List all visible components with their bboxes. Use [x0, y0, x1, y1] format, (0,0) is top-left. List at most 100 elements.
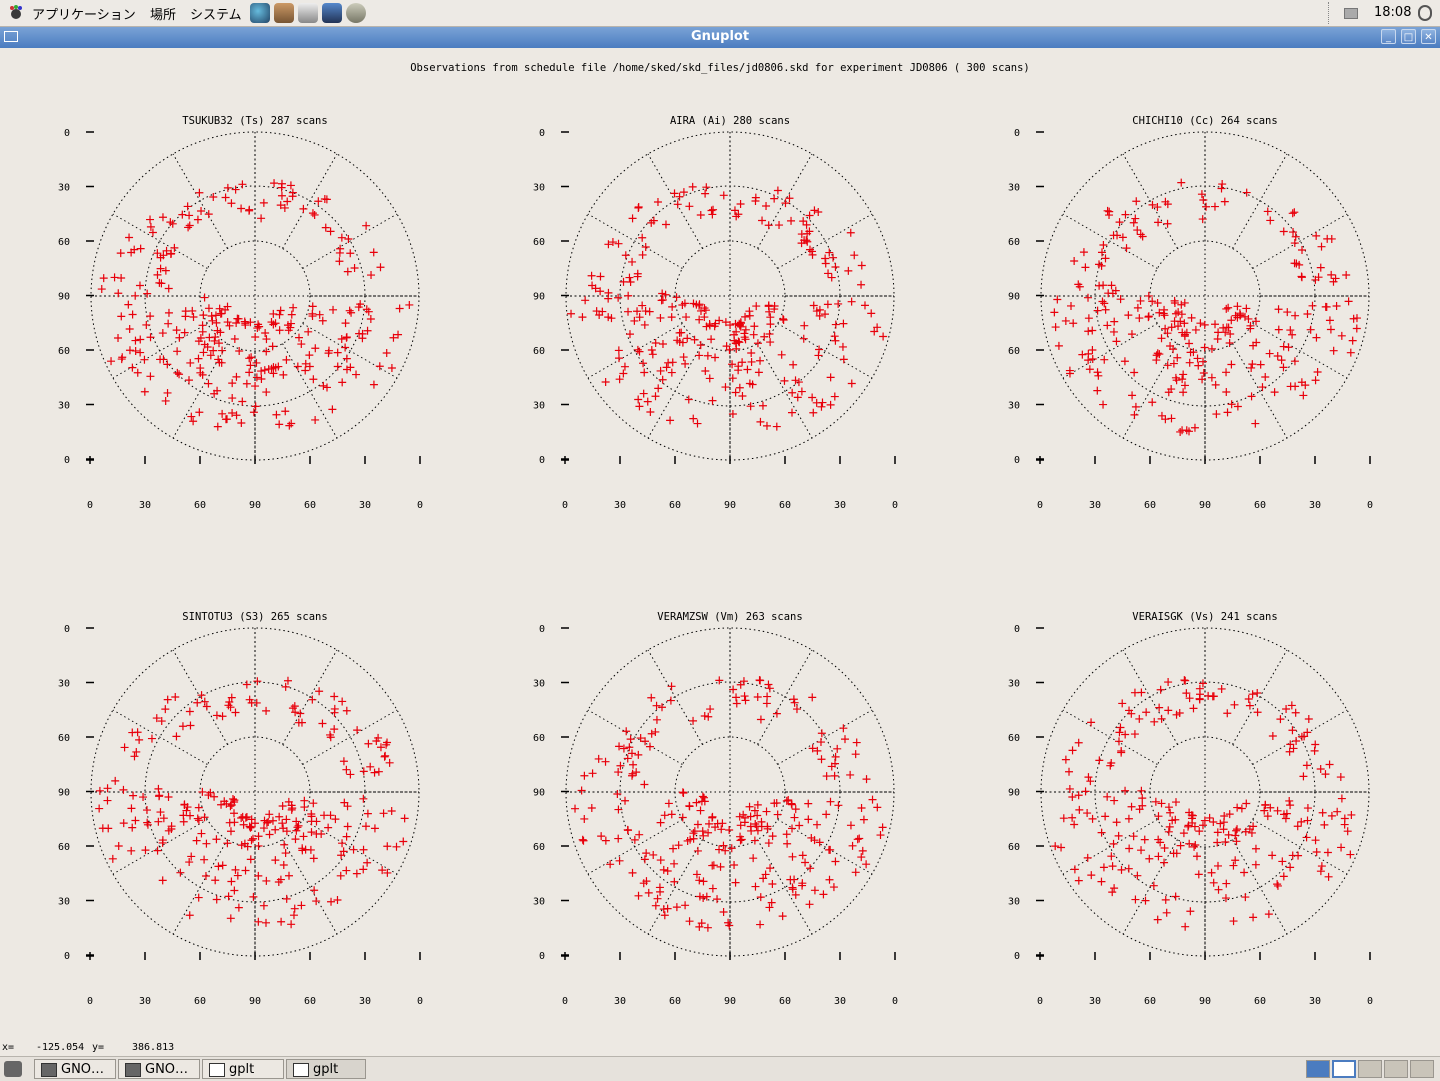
observation-marker	[703, 351, 712, 360]
observation-marker	[146, 312, 155, 321]
y-tick-label: 0	[1014, 128, 1020, 139]
observation-marker	[766, 864, 775, 873]
observation-marker	[124, 300, 133, 309]
observation-marker	[815, 838, 824, 847]
x-tick-label: 90	[249, 500, 261, 511]
azimuth-spoke	[282, 839, 338, 935]
observation-marker	[827, 273, 836, 282]
task-label: gplt	[229, 1062, 255, 1077]
observation-marker	[282, 815, 291, 824]
file-manager-icon[interactable]	[274, 3, 294, 23]
observation-marker	[1299, 772, 1308, 781]
observation-marker	[1312, 231, 1321, 240]
observation-marker	[247, 836, 256, 845]
mail-icon[interactable]	[346, 3, 366, 23]
observation-marker	[693, 419, 702, 428]
gnuplot-canvas[interactable]: Observations from schedule file /home/sk…	[0, 48, 1440, 1043]
observation-marker	[128, 363, 137, 372]
x-tick-label: 90	[1199, 500, 1211, 511]
observation-marker	[614, 239, 623, 248]
observation-marker	[652, 715, 661, 724]
observation-marker	[732, 212, 741, 221]
x-tick-label: 60	[669, 996, 681, 1007]
workspace-2[interactable]	[1332, 1060, 1356, 1078]
observation-marker	[1070, 865, 1079, 874]
observation-marker	[333, 362, 342, 371]
observation-marker	[634, 891, 643, 900]
observation-marker	[395, 304, 404, 313]
x-tick-label: 60	[194, 500, 206, 511]
presentation-icon[interactable]	[322, 3, 342, 23]
observation-marker	[601, 757, 610, 766]
y-tick-label: 60	[533, 346, 545, 357]
observation-marker	[701, 189, 710, 198]
maximize-button[interactable]: □	[1401, 29, 1416, 44]
observation-marker	[329, 305, 338, 314]
network-icon[interactable]	[1344, 8, 1358, 19]
observation-marker	[1100, 355, 1109, 364]
menu-applications[interactable]: アプリケーション	[32, 4, 136, 23]
observation-marker	[171, 693, 180, 702]
observation-marker	[328, 405, 337, 414]
x-tick-label: 60	[779, 500, 791, 511]
observation-marker	[212, 711, 221, 720]
observation-marker	[352, 370, 361, 379]
y-tick-label: 30	[58, 897, 70, 908]
task-gnome-terminal-1[interactable]: GNO…	[34, 1059, 116, 1079]
observation-marker	[629, 760, 638, 769]
browser-icon[interactable]	[250, 3, 270, 23]
observation-marker	[1336, 773, 1345, 782]
observation-marker	[247, 353, 256, 362]
observation-marker	[736, 836, 745, 845]
azimuth-spoke	[777, 709, 873, 765]
observation-marker	[567, 309, 576, 318]
observation-marker	[1323, 848, 1332, 857]
azimuth-spoke	[1232, 343, 1288, 439]
gnome-foot-icon[interactable]	[8, 5, 24, 21]
observation-marker	[185, 911, 194, 920]
observation-marker	[221, 415, 230, 424]
observation-marker	[823, 300, 832, 309]
workspace-5[interactable]	[1410, 1060, 1434, 1078]
observation-marker	[831, 263, 840, 272]
y-tick-label: 60	[533, 237, 545, 248]
observation-marker	[1094, 371, 1103, 380]
observation-marker	[271, 856, 280, 865]
observation-marker	[1103, 206, 1112, 215]
observation-marker	[185, 211, 194, 220]
observation-marker	[318, 719, 327, 728]
minimize-button[interactable]: _	[1381, 29, 1396, 44]
task-gplt-2[interactable]: gplt	[286, 1059, 366, 1079]
y-tick-label: 0	[64, 951, 70, 962]
observation-marker	[1187, 313, 1196, 322]
power-icon[interactable]	[1418, 5, 1432, 21]
observation-marker	[264, 818, 273, 827]
show-desktop-icon[interactable]	[4, 1061, 22, 1077]
observation-marker	[181, 307, 190, 316]
observation-marker	[794, 378, 803, 387]
observation-marker	[622, 727, 631, 736]
task-gplt-1[interactable]: gplt	[202, 1059, 284, 1079]
clock[interactable]: 18:08	[1374, 5, 1411, 20]
y-tick-label: 0	[1014, 951, 1020, 962]
observation-marker	[825, 875, 834, 884]
observation-marker	[689, 716, 698, 725]
workspace-3[interactable]	[1358, 1060, 1382, 1078]
workspace-4[interactable]	[1384, 1060, 1408, 1078]
observation-marker	[732, 699, 741, 708]
menu-system[interactable]: システム	[190, 4, 242, 23]
observation-marker	[1302, 761, 1311, 770]
window-titlebar[interactable]: Gnuplot _ □ ✕	[0, 27, 1440, 48]
observation-marker	[1100, 299, 1109, 308]
observation-marker	[262, 335, 271, 344]
observation-marker	[1054, 341, 1063, 350]
observation-marker	[628, 769, 637, 778]
observation-marker	[275, 310, 284, 319]
observation-marker	[265, 810, 274, 819]
workspace-1[interactable]	[1306, 1060, 1330, 1078]
observation-marker	[873, 803, 882, 812]
task-gnome-terminal-2[interactable]: GNO…	[118, 1059, 200, 1079]
menu-places[interactable]: 場所	[150, 4, 176, 23]
close-button[interactable]: ✕	[1421, 29, 1436, 44]
editor-icon[interactable]	[298, 3, 318, 23]
